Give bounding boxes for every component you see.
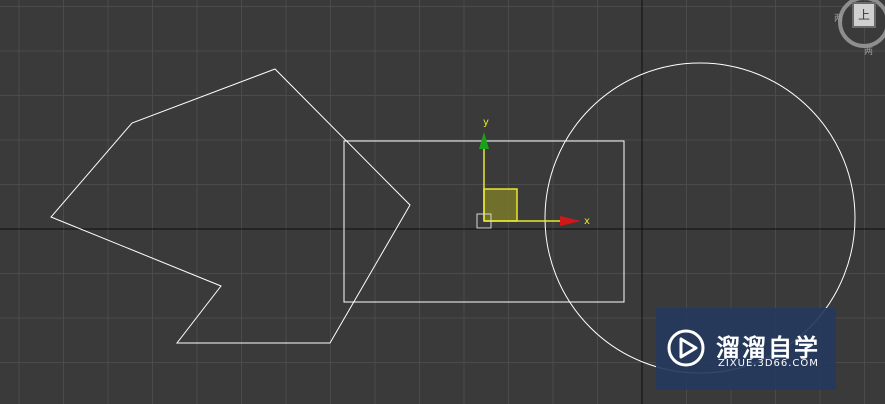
top-viewport[interactable]: y x 上 两 两 溜溜自学 ZIXUE.3D66.COM xyxy=(0,0,885,404)
play-logo-icon xyxy=(667,329,705,367)
viewcube-compass-label-top: 两 xyxy=(834,14,844,24)
viewcube-top-face[interactable]: 上 xyxy=(852,2,876,28)
watermark-logo: 溜溜自学 ZIXUE.3D66.COM xyxy=(656,308,836,390)
watermark-subtitle: ZIXUE.3D66.COM xyxy=(718,358,819,369)
viewcube[interactable]: 上 两 两 xyxy=(834,0,885,57)
gizmo-y-label: y xyxy=(483,117,489,128)
gizmo-x-label: x xyxy=(584,216,590,227)
viewcube-compass-label-bottom: 两 xyxy=(864,47,874,57)
gizmo-xy-plane[interactable] xyxy=(483,188,518,222)
move-gizmo[interactable]: y x xyxy=(476,117,590,229)
gizmo-x-arrow-icon[interactable] xyxy=(560,216,581,226)
